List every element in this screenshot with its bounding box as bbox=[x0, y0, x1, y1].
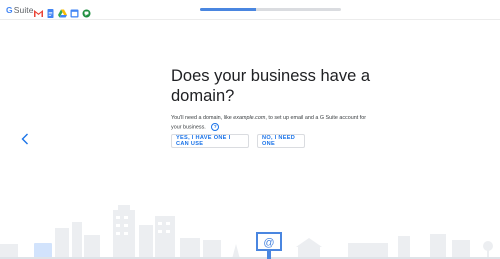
question-panel: Does your business have a domain? You'll… bbox=[171, 66, 401, 132]
yes-have-domain-button[interactable]: YES, I HAVE ONE I CAN USE bbox=[171, 134, 249, 148]
back-button[interactable] bbox=[19, 133, 31, 147]
app-icons bbox=[34, 4, 91, 18]
keep-icon bbox=[82, 5, 91, 17]
at-sign-billboard: @ bbox=[256, 232, 282, 259]
progress-fill bbox=[200, 8, 257, 11]
calendar-icon bbox=[70, 5, 79, 17]
city-skyline-illustration: @ bbox=[0, 205, 500, 259]
help-icon[interactable]: ? bbox=[211, 122, 220, 131]
drive-icon bbox=[58, 5, 67, 17]
domain-description: You'll need a domain, like example.com, … bbox=[171, 114, 367, 132]
top-bar: G Suite bbox=[0, 0, 500, 20]
page-title: Does your business have a domain? bbox=[171, 67, 371, 105]
gsuite-logo: G Suite bbox=[6, 4, 34, 16]
progress-bar bbox=[200, 8, 341, 11]
brand-g: G bbox=[6, 5, 13, 15]
gmail-icon bbox=[34, 5, 43, 17]
chevron-left-icon bbox=[21, 133, 28, 145]
svg-text:@: @ bbox=[263, 237, 274, 249]
docs-icon bbox=[46, 5, 55, 18]
brand-suite: Suite bbox=[13, 5, 34, 15]
no-need-domain-button[interactable]: NO, I NEED ONE bbox=[257, 134, 305, 148]
description-text-1: You'll need a domain, like bbox=[171, 115, 234, 121]
answer-buttons: YES, I HAVE ONE I CAN USE NO, I NEED ONE bbox=[171, 134, 305, 148]
description-example: example.com bbox=[233, 115, 266, 121]
